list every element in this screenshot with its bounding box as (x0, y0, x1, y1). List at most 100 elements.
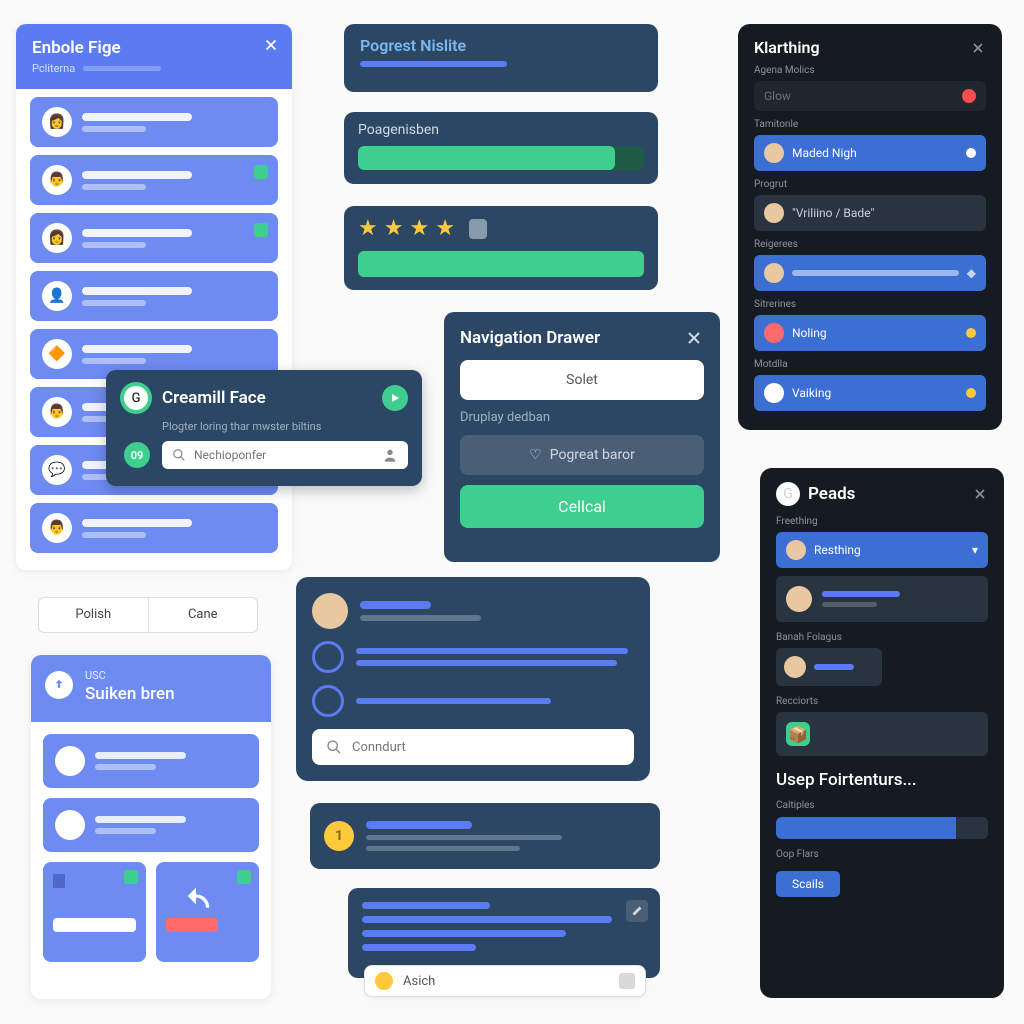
play-icon[interactable] (382, 385, 408, 411)
progress-bar (360, 61, 507, 67)
user-search-card (296, 577, 650, 781)
app-icon: G (120, 382, 152, 414)
numbered-card[interactable]: 1 (310, 803, 660, 869)
chevron-down-icon: ▾ (972, 543, 978, 557)
panel-title: Klarthing (754, 38, 820, 57)
diamond-icon: ◆ (967, 266, 976, 280)
search-field[interactable]: 09 (162, 441, 408, 469)
user-field[interactable]: Maded Nigh (754, 135, 986, 171)
close-icon[interactable] (262, 36, 280, 54)
progress-track (358, 146, 644, 170)
avatar: 👨 (42, 165, 72, 195)
rating-card: ★★★★ (344, 206, 658, 290)
shield-icon (469, 219, 487, 239)
usc-panel: USC Suiken bren (31, 655, 271, 999)
section-label: Recciorts (776, 696, 988, 707)
google-icon: G (124, 386, 148, 410)
list-item[interactable]: 👩 (30, 213, 278, 263)
emoji-icon (375, 972, 393, 990)
list-item[interactable]: 👨 (30, 155, 278, 205)
section-label: Oop Flars (776, 849, 988, 860)
noling-field[interactable]: Noling (754, 315, 986, 351)
avatar: 🔶 (42, 339, 72, 369)
action-box[interactable] (619, 973, 635, 989)
avatar (312, 593, 348, 629)
edit-icon[interactable] (626, 900, 648, 922)
progress-fill (358, 146, 615, 170)
section-label: Agena Molics (754, 65, 986, 76)
panel-title: Suiken bren (85, 684, 175, 704)
tab-cane[interactable]: Cane (149, 598, 258, 632)
pill-label: Asich (403, 974, 609, 989)
quote-field[interactable]: "Vriliino / Bade" (754, 195, 986, 231)
list-item[interactable]: 👤 (30, 271, 278, 321)
circle-icon (312, 685, 344, 717)
section-label: Progrut (754, 179, 986, 190)
star-icon: ★ (384, 216, 404, 241)
peads-panel: GPeads Freething Resthing▾ Banah Folagus… (760, 468, 1004, 998)
user-icon[interactable] (382, 447, 398, 463)
avatar (764, 203, 784, 223)
search-input[interactable] (352, 740, 620, 755)
vaiking-field[interactable]: Vaiking (754, 375, 986, 411)
search-icon (172, 448, 186, 462)
drawer-title: Navigation Drawer (460, 328, 600, 348)
search-popup: G Creamill Face Plogter loring thar mwst… (106, 370, 422, 486)
tile[interactable] (156, 862, 259, 962)
compact-user[interactable] (776, 648, 882, 686)
avatar: 💬 (42, 455, 72, 485)
section-label: Banah Folagus (776, 632, 988, 643)
navigation-drawer: Navigation Drawer Solet Druplay dedban ♡… (444, 312, 720, 562)
upload-icon[interactable] (45, 671, 73, 699)
close-icon[interactable] (970, 40, 986, 56)
cellcal-button[interactable]: Cellcal (460, 485, 704, 528)
star-icon: ★ (358, 216, 378, 241)
status-badge (254, 223, 268, 237)
list-item[interactable]: 👩 (30, 97, 278, 147)
google-icon: G (776, 482, 800, 506)
contacts-panel: Enbole Fige Pcliterna 👩 👨 👩 👤 🔶 👨 💬 👨 (16, 24, 292, 570)
tab-group: Polish Cane (38, 597, 258, 633)
section-label: Freething (776, 516, 988, 527)
pogreat-button[interactable]: ♡Pogreat baror (460, 435, 704, 475)
close-icon[interactable] (684, 328, 704, 348)
list-item[interactable] (43, 798, 259, 852)
list-item[interactable]: 👨 (30, 503, 278, 553)
app-icon: 📦 (786, 722, 810, 746)
tab-polish[interactable]: Polish (39, 598, 149, 632)
avatar: 👨 (42, 397, 72, 427)
avatar (786, 586, 812, 612)
bookmark-icon (53, 874, 65, 888)
popup-title: Creamill Face (162, 388, 372, 408)
circle-icon (312, 641, 344, 673)
card-title: Poagenisben (358, 122, 644, 138)
progress-field[interactable]: ◆ (754, 255, 986, 291)
star-icon: ★ (409, 216, 429, 241)
tile[interactable] (43, 862, 146, 962)
kicker: USC (85, 669, 175, 682)
avatar (764, 383, 784, 403)
progress-card: Poagenisben (344, 112, 658, 184)
solet-button[interactable]: Solet (460, 360, 704, 400)
search-input[interactable] (194, 448, 374, 462)
list-item[interactable] (43, 734, 259, 788)
select-field[interactable]: Resthing▾ (776, 532, 988, 568)
avatar (764, 263, 784, 283)
section-label: Sitrerines (754, 299, 986, 310)
status-dot (966, 328, 976, 338)
star-rating[interactable]: ★★★★ (358, 216, 644, 241)
list-item[interactable]: 📦 (776, 712, 988, 756)
progress-card: Pogrest Nislite (344, 24, 658, 92)
klarthing-panel: Klarthing Agena Molics Glow Tamitonle Ma… (738, 24, 1002, 430)
section-label: Tamitonle (754, 119, 986, 130)
panel-header: Enbole Fige Pcliterna (16, 24, 292, 89)
search-field[interactable] (312, 729, 634, 765)
status-dot (966, 148, 976, 158)
glow-field[interactable]: Glow (754, 81, 986, 111)
close-icon[interactable] (972, 486, 988, 502)
section-title: Usep Foirtenturs... (776, 770, 988, 790)
list-item[interactable] (776, 576, 988, 622)
scails-button[interactable]: Scails (776, 871, 840, 897)
asich-pill[interactable]: Asich (364, 965, 646, 997)
avatar: 👩 (42, 223, 72, 253)
